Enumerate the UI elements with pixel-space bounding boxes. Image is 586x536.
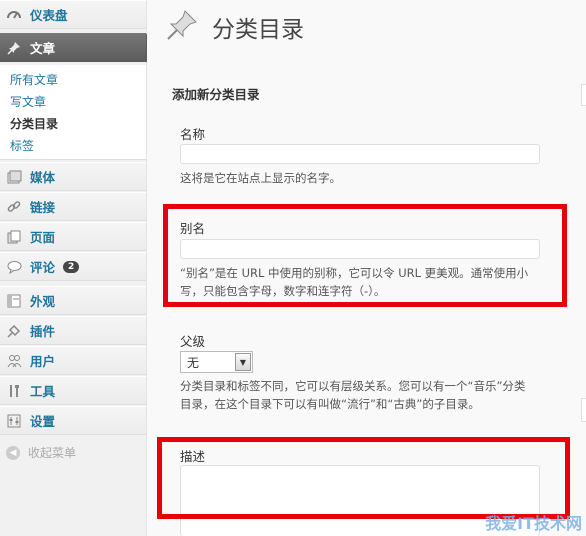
parent-description-line2: 目录，在这个目录下可以有叫做“流行”和“古典”的子目录。	[180, 397, 480, 411]
chevron-down-icon[interactable]: ▼	[235, 353, 251, 371]
parent-description-line1: 分类目录和标签不同，它可以有层级关系。您可以有一个“音乐”分类	[180, 379, 526, 393]
comment-bubble-icon	[6, 259, 22, 275]
settings-icon	[6, 413, 22, 429]
menu-links[interactable]: 链接	[0, 192, 146, 221]
menu-settings[interactable]: 设置	[0, 406, 146, 435]
menu-tools[interactable]: 工具	[0, 376, 146, 405]
posts-submenu: 所有文章 写文章 分类目录 标签	[0, 65, 146, 160]
menu-pages[interactable]: 页面	[0, 222, 146, 251]
name-input[interactable]	[180, 144, 540, 164]
pushpin-icon	[6, 40, 22, 56]
menu-posts[interactable]: 文章	[0, 33, 154, 63]
submenu-tags[interactable]: 标签	[10, 137, 34, 154]
submenu-categories[interactable]: 分类目录	[10, 115, 58, 132]
menu-pages-label: 页面	[30, 230, 56, 245]
menu-users-label: 用户	[30, 354, 56, 369]
tools-icon	[6, 383, 22, 399]
right-column-fragment	[581, 398, 586, 422]
menu-users[interactable]: 用户	[0, 346, 146, 375]
description-highlight-box	[157, 437, 570, 519]
right-column-fragment	[581, 84, 586, 106]
menu-comments[interactable]: 评论 2	[0, 252, 146, 281]
pages-icon	[6, 229, 22, 245]
menu-posts-label: 文章	[30, 41, 56, 56]
menu-tools-label: 工具	[30, 384, 56, 399]
menu-separator	[0, 281, 146, 285]
name-label: 名称	[180, 127, 206, 142]
menu-settings-label: 设置	[30, 414, 56, 429]
link-icon	[6, 199, 22, 215]
add-category-heading: 添加新分类目录	[172, 87, 260, 102]
comments-count-badge: 2	[63, 260, 80, 273]
admin-sidebar: 仪表盘 文章 所有文章 写文章 分类目录 标签 媒体 链接 页面 评论 2 外观…	[0, 0, 154, 536]
collapse-menu-button[interactable]: ◀ 收起菜单	[6, 444, 76, 461]
menu-plugins-label: 插件	[30, 324, 56, 339]
collapse-menu-label: 收起菜单	[28, 446, 77, 460]
menu-dashboard-label: 仪表盘	[30, 8, 68, 23]
dashboard-icon	[6, 7, 22, 23]
pushpin-icon	[165, 8, 199, 45]
page-title: 分类目录	[212, 17, 304, 43]
main-content: 分类目录 添加新分类目录 名称 这将是它在站点上显示的名字。 别名 “别名”是在…	[147, 0, 586, 536]
submenu-all-posts[interactable]: 所有文章	[10, 71, 58, 88]
menu-appearance[interactable]: 外观	[0, 286, 146, 315]
collapse-arrow-icon: ◀	[6, 445, 20, 460]
menu-media[interactable]: 媒体	[0, 162, 146, 191]
submenu-new-post[interactable]: 写文章	[10, 93, 46, 110]
media-icon	[6, 169, 22, 185]
menu-links-label: 链接	[30, 200, 56, 215]
appearance-icon	[6, 293, 22, 309]
parent-label: 父级	[180, 334, 206, 349]
plug-icon	[6, 323, 22, 339]
parent-select[interactable]: 无 ▼	[180, 351, 253, 373]
slug-highlight-box	[163, 204, 567, 307]
watermark-text: 我爱IT技术网	[485, 514, 582, 533]
users-icon	[6, 353, 22, 369]
menu-media-label: 媒体	[30, 170, 56, 185]
menu-appearance-label: 外观	[30, 294, 56, 309]
menu-dashboard[interactable]: 仪表盘	[0, 0, 146, 29]
name-description: 这将是它在站点上显示的名字。	[180, 171, 341, 185]
menu-comments-label: 评论	[30, 260, 56, 275]
parent-select-value: 无	[187, 355, 200, 370]
menu-plugins[interactable]: 插件	[0, 316, 146, 345]
